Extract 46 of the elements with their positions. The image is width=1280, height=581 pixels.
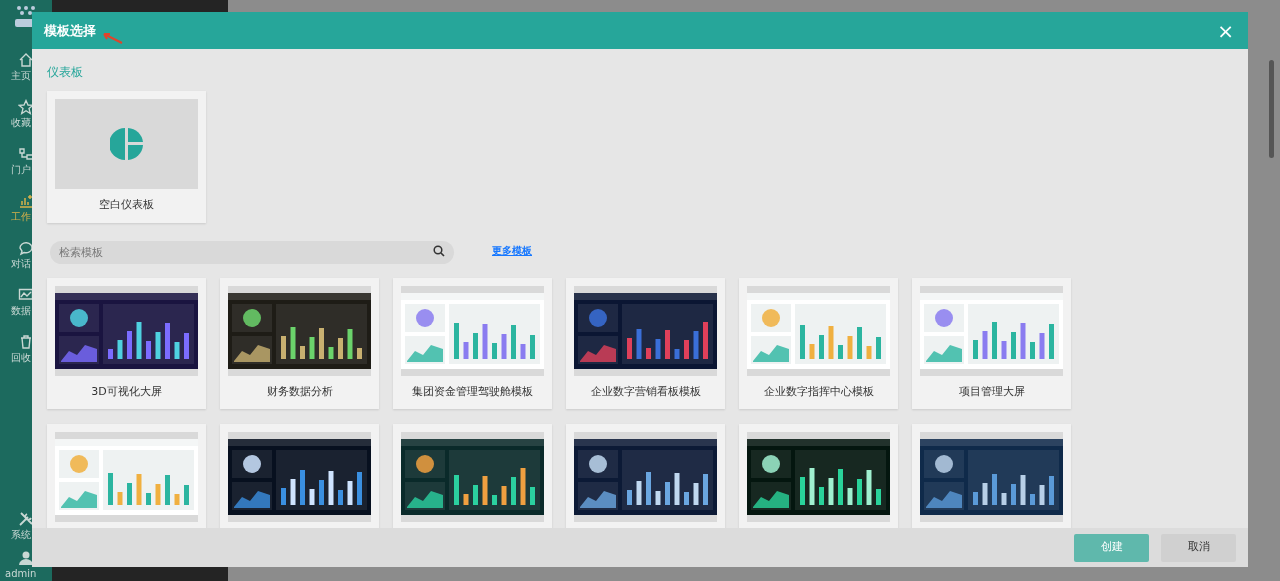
sidebar-item[interactable]: 主页 [0,68,31,83]
user-icon [18,550,34,566]
close-button[interactable]: × [1215,20,1236,41]
template-card[interactable]: 集团资金管理驾驶舱模板 [393,277,552,409]
template-title: 空白仪表板 [98,197,155,213]
template-title: 企业数字指挥中心模板 [762,383,875,400]
chat-icon [18,240,34,256]
pie-chart-icon [109,127,144,161]
template-title: 项目管理大屏 [957,383,1026,400]
trash-icon [18,334,34,350]
template-card[interactable]: 企业数字指挥中心模板 [739,277,898,409]
template-card[interactable] [220,424,379,528]
sidebar-item[interactable]: admin [0,566,37,581]
sidebar-item[interactable]: 工作 [0,209,31,224]
template-card[interactable] [912,424,1071,528]
star-icon [18,99,34,115]
template-card[interactable]: 企业数字营销看板模板 [566,277,725,409]
section-title: 仪表板 [47,64,84,81]
template-title: 集团资金管理驾驶舱模板 [411,383,534,400]
tools-icon [18,511,34,527]
template-card[interactable]: 财务数据分析 [220,277,379,409]
sidebar-item[interactable]: 对话 [0,256,31,271]
template-title: 3D可视化大屏 [90,383,163,400]
chart-icon [18,193,34,209]
search-icon [433,244,445,257]
sidebar-item[interactable]: 数据 [0,303,31,318]
more-templates-link[interactable]: 更多模板 [492,242,532,258]
home-icon [18,52,34,68]
sidebar-item[interactable]: 门户 [0,162,31,177]
search-field[interactable]: 检索模板 [50,240,454,264]
template-card[interactable] [393,424,552,528]
chart-image-icon [18,287,34,303]
template-title: 企业数字营销看板模板 [589,383,702,400]
template-card[interactable]: 项目管理大屏 [912,277,1071,409]
dialog-title: 模板选择 [44,21,96,40]
template-card[interactable]: 3D可视化大屏 [47,277,206,409]
annotation-arrow [100,30,124,45]
sidebar-item[interactable]: 回收 [0,350,31,365]
cancel-button[interactable]: 取消 [1161,533,1236,562]
blank-template-card[interactable]: 空白仪表板 [47,91,206,223]
template-card[interactable] [566,424,725,528]
sidebar-item[interactable]: 收藏 [0,115,31,130]
template-title: 财务数据分析 [265,383,334,400]
hierarchy-icon [18,146,34,162]
sidebar-item[interactable]: 系统 [0,527,31,542]
template-card[interactable] [739,424,898,528]
